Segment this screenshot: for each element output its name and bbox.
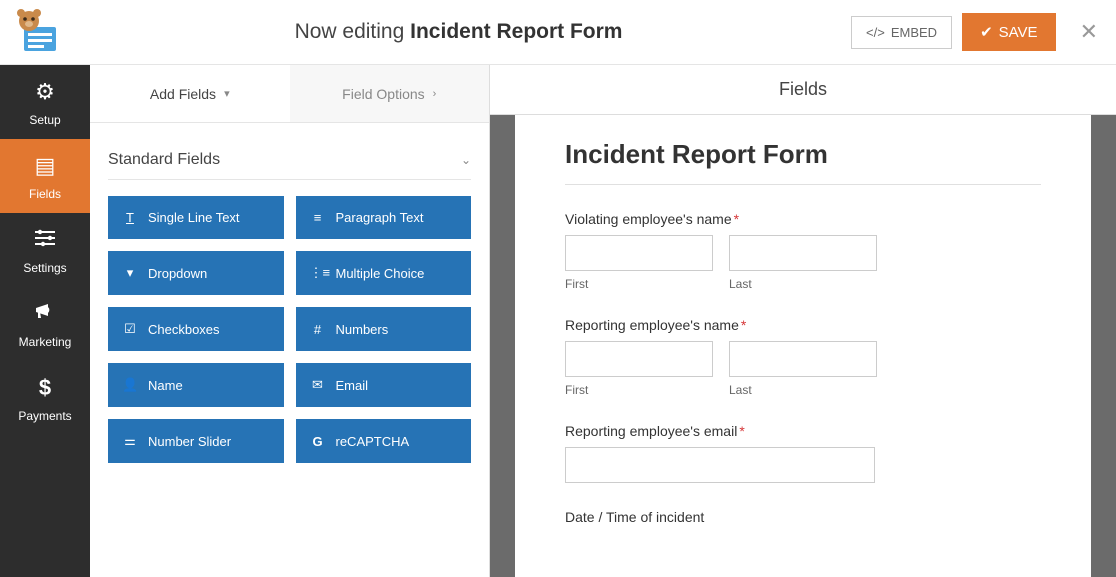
nav-fields[interactable]: ▤ Fields xyxy=(0,139,90,213)
email-input[interactable] xyxy=(565,447,875,483)
field-email[interactable]: ✉Email xyxy=(296,363,472,407)
text-icon: T xyxy=(122,210,138,225)
embed-button[interactable]: </> EMBED xyxy=(851,16,952,49)
form-title: Incident Report Form xyxy=(565,139,1041,170)
hashtag-icon: # xyxy=(310,322,326,337)
sidebar-nav: ⚙ Setup ▤ Fields Settings Marketing $ Pa… xyxy=(0,65,90,577)
nav-settings[interactable]: Settings xyxy=(0,213,90,287)
user-icon: 👤 xyxy=(122,377,138,393)
check-icon: ✔ xyxy=(980,23,993,41)
form-field-violating-name[interactable]: Violating employee's name* First Last xyxy=(565,211,1041,291)
caret-square-icon: ▾ xyxy=(122,265,138,281)
chevron-down-icon: ▾ xyxy=(224,87,230,100)
nav-marketing[interactable]: Marketing xyxy=(0,287,90,361)
sliders-icon: ⚌ xyxy=(122,433,138,449)
first-name-input[interactable] xyxy=(565,235,713,271)
field-name[interactable]: 👤Name xyxy=(108,363,284,407)
gear-icon: ⚙ xyxy=(0,79,90,105)
envelope-icon: ✉ xyxy=(310,377,326,393)
tab-add-fields[interactable]: Add Fields ▾ xyxy=(90,65,290,122)
form-preview-canvas[interactable]: Incident Report Form Violating employee'… xyxy=(515,115,1091,577)
field-label: Reporting employee's email* xyxy=(565,423,1041,439)
list-icon: ▤ xyxy=(0,153,90,179)
field-numbers[interactable]: #Numbers xyxy=(296,307,472,351)
field-label: Violating employee's name* xyxy=(565,211,1041,227)
paragraph-icon: ≡ xyxy=(310,210,326,225)
chevron-down-icon: ⌄ xyxy=(461,153,471,167)
code-icon: </> xyxy=(866,25,885,40)
list-ul-icon: ⋮≡ xyxy=(310,265,326,281)
section-standard-fields[interactable]: Standard Fields ⌄ xyxy=(108,141,471,180)
field-multiple-choice[interactable]: ⋮≡Multiple Choice xyxy=(296,251,472,295)
field-dropdown[interactable]: ▾Dropdown xyxy=(108,251,284,295)
sublabel-first: First xyxy=(565,277,713,291)
check-square-icon: ☑ xyxy=(122,321,138,337)
field-checkboxes[interactable]: ☑Checkboxes xyxy=(108,307,284,351)
dollar-icon: $ xyxy=(0,375,90,401)
close-icon[interactable]: ✕ xyxy=(1080,19,1098,45)
sublabel-last: Last xyxy=(729,277,877,291)
sublabel-first: First xyxy=(565,383,713,397)
nav-setup[interactable]: ⚙ Setup xyxy=(0,65,90,139)
nav-payments[interactable]: $ Payments xyxy=(0,361,90,435)
field-paragraph-text[interactable]: ≡Paragraph Text xyxy=(296,196,472,239)
save-button[interactable]: ✔ SAVE xyxy=(962,13,1055,51)
last-name-input[interactable] xyxy=(729,341,877,377)
google-icon: G xyxy=(310,434,326,449)
last-name-input[interactable] xyxy=(729,235,877,271)
tab-field-options[interactable]: Field Options › xyxy=(290,65,490,122)
field-recaptcha[interactable]: GreCAPTCHA xyxy=(296,419,472,463)
field-single-line-text[interactable]: TSingle Line Text xyxy=(108,196,284,239)
form-field-reporting-name[interactable]: Reporting employee's name* First Last xyxy=(565,317,1041,397)
sublabel-last: Last xyxy=(729,383,877,397)
first-name-input[interactable] xyxy=(565,341,713,377)
chevron-right-icon: › xyxy=(433,88,437,100)
form-field-reporting-email[interactable]: Reporting employee's email* xyxy=(565,423,1041,483)
sliders-icon xyxy=(0,227,90,253)
app-logo xyxy=(8,8,66,56)
divider xyxy=(565,184,1041,185)
field-label: Reporting employee's name* xyxy=(565,317,1041,333)
field-label: Date / Time of incident xyxy=(565,509,1041,525)
bullhorn-icon xyxy=(0,301,90,327)
form-field-datetime[interactable]: Date / Time of incident xyxy=(565,509,1041,525)
preview-panel-header: Fields xyxy=(490,65,1116,115)
field-number-slider[interactable]: ⚌Number Slider xyxy=(108,419,284,463)
page-title: Now editing Incident Report Form xyxy=(66,20,851,44)
